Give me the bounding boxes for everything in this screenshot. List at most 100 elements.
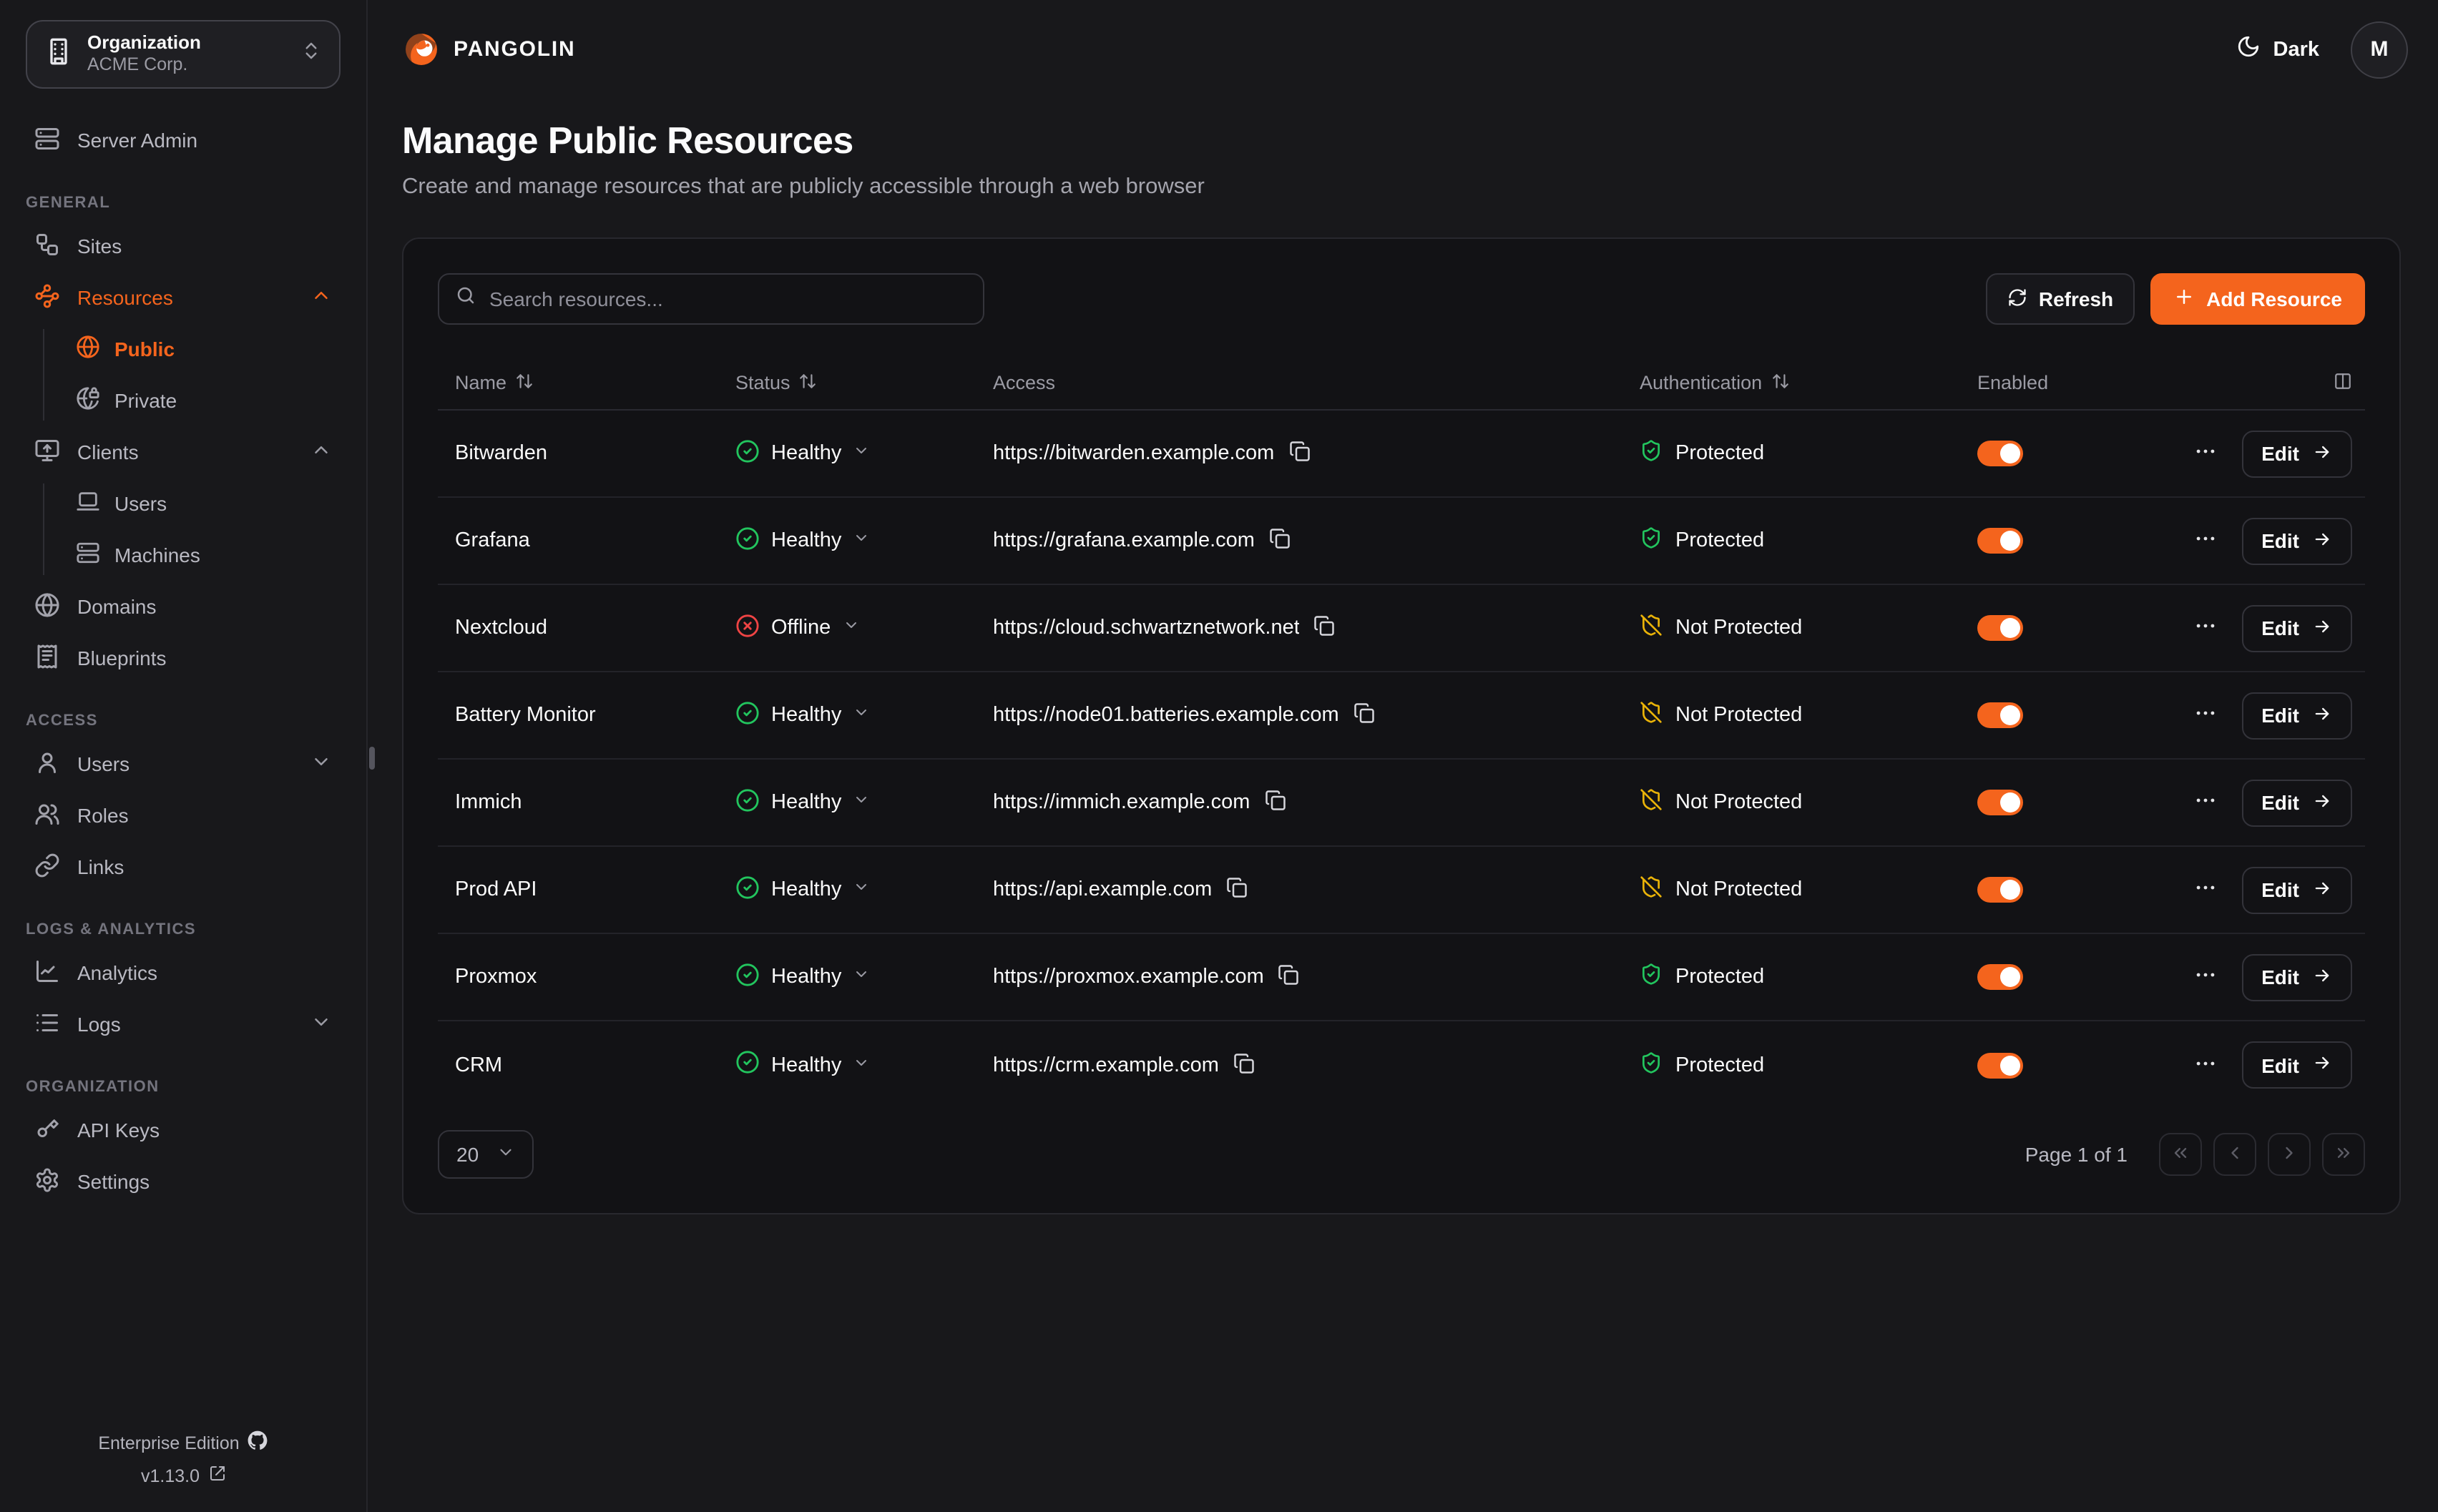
edition-link[interactable]: Enterprise Edition: [98, 1430, 268, 1455]
main-area: PANGOLIN Dark M Manage Public Resources …: [368, 0, 2438, 1512]
row-menu-button[interactable]: [2193, 1051, 2217, 1079]
sidebar-item-logs[interactable]: Logs: [23, 998, 343, 1050]
row-menu-button[interactable]: [2193, 614, 2217, 642]
sidebar-item-label: Logs: [77, 1013, 293, 1036]
org-switcher[interactable]: Organization ACME Corp.: [26, 20, 341, 89]
refresh-button[interactable]: Refresh: [1986, 273, 2135, 325]
copy-url-button[interactable]: [1264, 790, 1286, 815]
column-header-authentication[interactable]: Authentication: [1622, 371, 1960, 394]
row-menu-button[interactable]: [2193, 526, 2217, 555]
status-icon: [735, 438, 760, 468]
chevron-down-icon: [853, 1054, 870, 1076]
column-header-status[interactable]: Status: [718, 371, 976, 394]
next-page-button[interactable]: [2268, 1133, 2311, 1176]
sidebar-item-analytics[interactable]: Analytics: [23, 947, 343, 998]
search-box: [438, 273, 984, 325]
status-dropdown[interactable]: Healthy: [735, 700, 870, 730]
row-menu-button[interactable]: [2193, 963, 2217, 991]
scrollbar-thumb[interactable]: [369, 747, 375, 770]
sidebar-item-private[interactable]: Private: [44, 375, 343, 426]
sidebar-item-sites[interactable]: Sites: [23, 220, 343, 272]
status-dropdown[interactable]: Healthy: [735, 875, 870, 905]
theme-toggle-button[interactable]: Dark: [2236, 34, 2320, 64]
auth-icon: [1640, 614, 1663, 642]
status-icon: [735, 613, 760, 643]
copy-url-button[interactable]: [1278, 964, 1300, 990]
edit-button[interactable]: Edit: [2241, 1041, 2352, 1089]
sidebar-item-clients[interactable]: Clients: [23, 426, 343, 478]
enabled-toggle[interactable]: [1977, 528, 2023, 554]
prev-page-button[interactable]: [2213, 1133, 2256, 1176]
status-dropdown[interactable]: Healthy: [735, 438, 870, 468]
ellipsis-icon: [2193, 1051, 2217, 1079]
row-menu-button[interactable]: [2193, 788, 2217, 817]
sidebar-item-machines[interactable]: Machines: [44, 529, 343, 581]
copy-url-button[interactable]: [1353, 702, 1375, 728]
first-page-button[interactable]: [2159, 1133, 2202, 1176]
status-label: Healthy: [771, 878, 841, 901]
sidebar-item-resources[interactable]: Resources: [23, 272, 343, 323]
edit-button[interactable]: Edit: [2241, 692, 2352, 739]
status-dropdown[interactable]: Offline: [735, 613, 859, 643]
enabled-toggle[interactable]: [1977, 964, 2023, 990]
table-row: Proxmox Healthy https://proxmox.example.…: [438, 934, 2365, 1021]
enabled-toggle[interactable]: [1977, 441, 2023, 466]
last-page-button[interactable]: [2322, 1133, 2365, 1176]
row-menu-button[interactable]: [2193, 439, 2217, 468]
column-settings-button[interactable]: [2334, 371, 2352, 394]
column-header-name[interactable]: Name: [438, 371, 718, 394]
avatar[interactable]: M: [2351, 21, 2408, 78]
sidebar-item-server-admin[interactable]: Server Admin: [23, 114, 343, 166]
copy-icon: [1288, 441, 1310, 466]
copy-url-button[interactable]: [1288, 441, 1310, 466]
sidebar-item-blueprints[interactable]: Blueprints: [23, 632, 343, 684]
version-link[interactable]: v1.13.0: [141, 1465, 225, 1486]
column-label: Status: [735, 372, 790, 393]
sidebar-item-api-keys[interactable]: API Keys: [23, 1104, 343, 1156]
edit-button[interactable]: Edit: [2241, 430, 2352, 477]
sidebar-item-domains[interactable]: Domains: [23, 581, 343, 632]
enabled-toggle[interactable]: [1977, 702, 2023, 728]
table-row: Immich Healthy https://immich.example.co…: [438, 760, 2365, 847]
page-size-select[interactable]: 20: [438, 1130, 533, 1179]
edit-button[interactable]: Edit: [2241, 604, 2352, 652]
sidebar-item-users[interactable]: Users: [23, 738, 343, 790]
row-menu-button[interactable]: [2193, 701, 2217, 730]
link-icon: [34, 852, 60, 882]
sidebar-item-links[interactable]: Links: [23, 841, 343, 893]
status-dropdown[interactable]: Healthy: [735, 787, 870, 818]
status-dropdown[interactable]: Healthy: [735, 526, 870, 556]
sidebar-item-settings[interactable]: Settings: [23, 1156, 343, 1207]
brand[interactable]: PANGOLIN: [402, 30, 576, 69]
status-icon: [735, 787, 760, 818]
enabled-toggle[interactable]: [1977, 877, 2023, 903]
edit-button[interactable]: Edit: [2241, 953, 2352, 1001]
copy-url-button[interactable]: [1314, 615, 1336, 641]
sidebar-item-label: Public: [114, 338, 175, 360]
row-menu-button[interactable]: [2193, 875, 2217, 904]
copy-url-button[interactable]: [1226, 877, 1248, 903]
copy-icon: [1314, 615, 1336, 641]
enabled-toggle[interactable]: [1977, 790, 2023, 815]
edit-button[interactable]: Edit: [2241, 517, 2352, 564]
copy-url-button[interactable]: [1233, 1052, 1255, 1078]
status-dropdown[interactable]: Healthy: [735, 1050, 870, 1080]
ellipsis-icon: [2193, 614, 2217, 642]
page-title: Manage Public Resources: [402, 119, 2404, 163]
add-resource-button[interactable]: Add Resource: [2150, 273, 2365, 325]
sidebar-item-public[interactable]: Public: [44, 323, 343, 375]
enabled-toggle[interactable]: [1977, 615, 2023, 641]
search-input[interactable]: [489, 288, 967, 310]
status-dropdown[interactable]: Healthy: [735, 962, 870, 992]
table-row: Grafana Healthy https://grafana.example.…: [438, 498, 2365, 585]
copy-url-button[interactable]: [1269, 528, 1291, 554]
org-switcher-value: ACME Corp.: [87, 55, 286, 77]
sidebar-item-roles[interactable]: Roles: [23, 790, 343, 841]
sidebar-item-client-users[interactable]: Users: [44, 478, 343, 529]
table-row: CRM Healthy https://crm.example.com Prot…: [438, 1021, 2365, 1109]
edit-button[interactable]: Edit: [2241, 866, 2352, 913]
edit-button[interactable]: Edit: [2241, 779, 2352, 826]
sidebar-item-label: API Keys: [77, 1119, 332, 1142]
arrow-right-icon: [2312, 703, 2332, 727]
enabled-toggle[interactable]: [1977, 1052, 2023, 1078]
